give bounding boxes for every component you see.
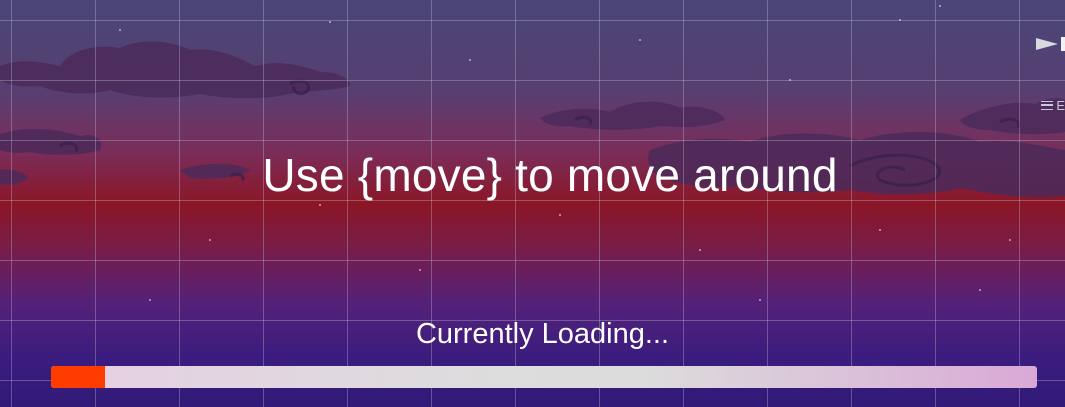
editor-menu-label: E [1056, 97, 1065, 113]
loading-progress-fill [51, 366, 106, 388]
loading-label: Currently Loading... [415, 318, 670, 350]
editor-menu-button[interactable]: E [1041, 97, 1065, 113]
cloud [0, 41, 351, 99]
game-scene: Use {move} to move around Currently Load… [0, 0, 1065, 407]
loading-progress-bar [51, 366, 1037, 388]
cloud [540, 101, 725, 130]
play-triangle-icon[interactable] [1035, 36, 1065, 52]
hamburger-icon [1041, 100, 1054, 110]
tutorial-prompt: Use {move} to move around [262, 149, 838, 201]
